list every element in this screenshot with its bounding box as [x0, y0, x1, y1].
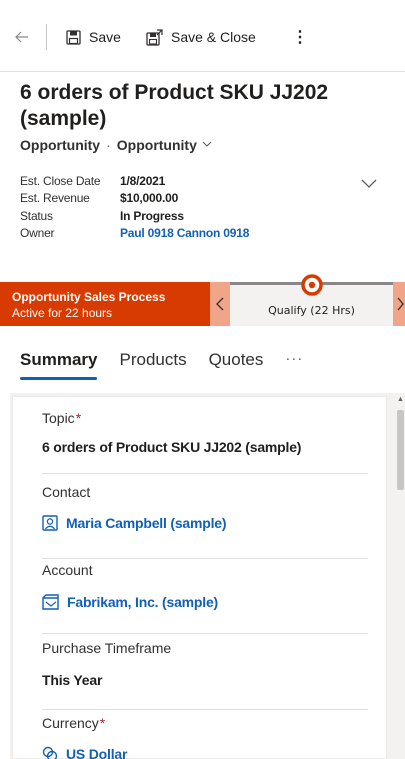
- tab-quotes[interactable]: Quotes: [209, 350, 264, 380]
- header-field-label: Status: [20, 208, 53, 223]
- more-commands-button[interactable]: ⋮: [292, 26, 308, 48]
- field-label: Purchase Timeframe: [42, 640, 172, 656]
- bpf-stage-label: Qualify (22 Hrs): [268, 304, 355, 317]
- tab-products[interactable]: Products: [119, 350, 186, 380]
- chevron-right-icon: [397, 297, 404, 311]
- form-tabs: Summary Products Quotes ···: [20, 350, 325, 380]
- field-label: Contact: [42, 484, 91, 500]
- save-and-close-label: Save & Close: [171, 29, 256, 45]
- separator-dot: ·: [106, 137, 111, 153]
- back-button[interactable]: [14, 26, 30, 48]
- field-divider: [42, 633, 368, 634]
- field-label: Account: [42, 562, 93, 578]
- account-name: Fabrikam, Inc. (sample): [67, 594, 219, 610]
- bpf-active-duration: Active for 22 hours: [12, 306, 113, 320]
- currency-icon: [42, 746, 58, 759]
- contact-icon: [42, 515, 58, 531]
- field-divider: [42, 473, 368, 474]
- active-stage-indicator-icon: [301, 274, 323, 296]
- owner-link[interactable]: Paul 0918 Cannon 0918: [120, 226, 249, 240]
- account-icon: [42, 594, 59, 610]
- header-field-label: Owner: [20, 226, 55, 241]
- topic-input[interactable]: 6 orders of Product SKU JJ202 (sample): [42, 439, 368, 455]
- header-field-value: 1/8/2021: [120, 173, 166, 188]
- tab-overflow-button[interactable]: ···: [285, 350, 303, 380]
- field-contact: Contact Maria Campbell (sample): [42, 484, 368, 559]
- required-marker: *: [75, 410, 82, 426]
- bpf-process-name: Opportunity Sales Process: [12, 290, 166, 304]
- header-field-label: Est. Close Date: [20, 173, 101, 188]
- contact-name: Maria Campbell (sample): [66, 515, 227, 531]
- expand-header-button[interactable]: [360, 176, 378, 194]
- header-field-value: In Progress: [120, 208, 184, 223]
- required-marker: *: [99, 715, 106, 731]
- account-lookup[interactable]: Fabrikam, Inc. (sample): [42, 594, 368, 610]
- bpf-process-flyout[interactable]: Opportunity Sales Process Active for 22 …: [0, 282, 210, 326]
- field-divider: [42, 709, 368, 710]
- back-arrow-icon: [15, 31, 28, 43]
- header-fields: Est. Close Date 1/8/2021 Est. Revenue $1…: [20, 172, 249, 242]
- scroll-up-icon[interactable]: ▲: [397, 396, 405, 406]
- bpf-previous-stage-button[interactable]: [210, 282, 230, 326]
- command-bar: Save Save & Close ⋮: [0, 0, 405, 72]
- scrollbar-thumb[interactable]: [397, 410, 404, 490]
- header-field-value: $10,000.00: [120, 191, 179, 206]
- save-and-close-button[interactable]: Save & Close: [146, 26, 256, 48]
- save-icon: [66, 29, 81, 45]
- more-icon: ⋮: [292, 29, 308, 46]
- save-and-close-icon: [146, 28, 163, 46]
- header-field-close-date: Est. Close Date 1/8/2021: [20, 172, 249, 190]
- field-purchase-timeframe: Purchase Timeframe This Year: [42, 640, 368, 710]
- field-label: Currency*: [42, 715, 106, 731]
- header-field-label: Est. Revenue: [20, 191, 90, 206]
- bpf-next-stage-button[interactable]: [393, 282, 405, 326]
- field-currency: Currency* US Dollar: [42, 715, 368, 759]
- header-field-owner: Owner Paul 0918 Cannon 0918: [20, 225, 249, 243]
- form-selector[interactable]: Opportunity: [117, 137, 197, 153]
- header-field-revenue: Est. Revenue $10,000.00: [20, 190, 249, 208]
- entity-form-selector: Opportunity · Opportunity: [20, 137, 213, 153]
- chevron-left-icon: [216, 297, 224, 311]
- record-title: 6 orders of Product SKU JJ202 (sample): [20, 81, 329, 130]
- field-divider: [42, 558, 368, 559]
- header-field-status: Status In Progress: [20, 207, 249, 225]
- contact-lookup[interactable]: Maria Campbell (sample): [42, 515, 368, 531]
- command-separator: [46, 24, 47, 50]
- field-topic: Topic* 6 orders of Product SKU JJ202 (sa…: [42, 410, 368, 474]
- save-label: Save: [89, 29, 121, 45]
- field-label: Topic*: [42, 410, 82, 426]
- tab-summary[interactable]: Summary: [20, 350, 98, 380]
- currency-name: US Dollar: [66, 746, 128, 759]
- field-account: Account Fabrikam, Inc. (sample): [42, 562, 368, 634]
- chevron-down-icon: [361, 179, 377, 188]
- currency-lookup[interactable]: US Dollar: [42, 746, 368, 759]
- purchase-timeframe-select[interactable]: This Year: [42, 672, 368, 688]
- save-button[interactable]: Save: [66, 26, 121, 48]
- entity-name: Opportunity: [20, 137, 101, 153]
- chevron-down-icon[interactable]: [201, 137, 213, 153]
